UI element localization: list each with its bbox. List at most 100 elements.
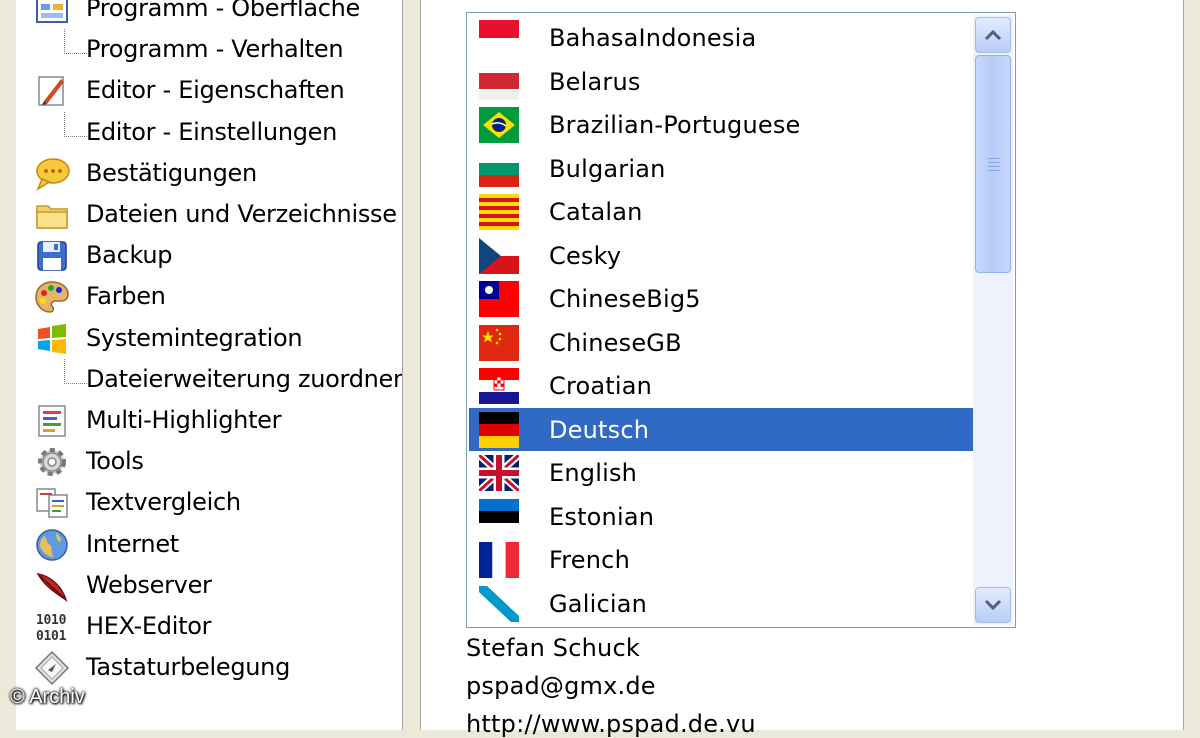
- flag-croatia-icon: [479, 368, 519, 404]
- watermark: © Archiv: [10, 686, 85, 708]
- scroll-thumb[interactable]: [975, 55, 1011, 273]
- settings-tree[interactable]: Programm - Oberfläche Programm - Verhalte…: [16, 0, 403, 730]
- tree-item[interactable]: Tastaturbelegung: [16, 647, 402, 688]
- language-list[interactable]: BahasaIndonesia Belarus Brazilian-Portugue…: [466, 12, 1016, 628]
- windows-logo-icon: [34, 321, 70, 357]
- tree-item-label: Tastaturbelegung: [86, 653, 291, 682]
- language-item[interactable]: Bulgarian: [469, 147, 974, 191]
- tree-item[interactable]: Dateierweiterung zuordnen: [16, 358, 403, 400]
- highlighter-document-icon: [34, 403, 70, 439]
- tree-item-label: Editor - Eigenschaften: [86, 76, 345, 105]
- tree-item-label: Textvergleich: [86, 488, 241, 517]
- window-icon: [34, 0, 70, 27]
- vertical-scrollbar[interactable]: [973, 15, 1013, 625]
- tree-item[interactable]: Textvergleich: [16, 482, 402, 523]
- flag-france-icon: [479, 542, 519, 578]
- tree-item[interactable]: Editor - Einstellungen: [16, 111, 402, 153]
- tree-item[interactable]: Tools: [16, 441, 402, 482]
- flag-brazil-icon: [479, 107, 519, 143]
- language-item[interactable]: Estonian: [469, 495, 974, 539]
- language-name: Deutsch: [549, 415, 650, 444]
- language-item[interactable]: ChineseGB: [469, 321, 974, 365]
- author-name: Stefan Schuck: [466, 634, 640, 662]
- gear-icon: [34, 444, 70, 480]
- language-name: Estonian: [549, 502, 655, 531]
- tree-item-label: HEX-Editor: [86, 612, 212, 640]
- language-item[interactable]: Cesky: [469, 234, 974, 278]
- tree-item-label: Backup: [86, 241, 173, 270]
- chevron-down-icon: [984, 599, 1002, 611]
- folder-icon: [34, 197, 70, 233]
- tree-item-label: Bestätigungen: [86, 158, 257, 187]
- tree-item-label: Programm - Verhalten: [86, 35, 344, 64]
- language-item[interactable]: Deutsch: [469, 407, 974, 451]
- language-name: BahasaIndonesia: [549, 24, 757, 52]
- tree-item[interactable]: Bestätigungen: [16, 153, 402, 194]
- language-name: Bulgarian: [549, 154, 666, 183]
- author-email[interactable]: pspad@gmx.de: [466, 672, 656, 700]
- feather-icon: [34, 568, 70, 604]
- flag-estonia-icon: [479, 498, 519, 535]
- flag-uk-icon: [479, 455, 519, 491]
- language-item[interactable]: Brazilian-Portuguese: [469, 103, 974, 147]
- tree-item-label: Dateien und Verzeichnisse: [86, 200, 397, 228]
- language-item[interactable]: Croatian: [469, 364, 974, 408]
- flag-bulgaria-icon: [479, 150, 519, 187]
- tree-item[interactable]: Backup: [16, 235, 402, 276]
- tree-item-label: Farben: [86, 282, 166, 311]
- svg-text:1010: 1010: [36, 613, 67, 628]
- language-item[interactable]: Belarus: [469, 60, 974, 104]
- tree-item[interactable]: Systemintegration: [16, 318, 402, 359]
- chevron-up-icon: [984, 29, 1002, 41]
- tree-item[interactable]: Programm - Verhalten: [16, 29, 402, 70]
- pencil-icon: [34, 73, 70, 109]
- compare-documents-icon: [34, 485, 70, 521]
- tree-item-label: Programm - Oberfläche: [86, 0, 361, 22]
- language-item[interactable]: English: [469, 451, 974, 495]
- tree-item-label: Dateierweiterung zuordnen: [86, 364, 403, 393]
- language-item[interactable]: Catalan: [469, 190, 974, 234]
- tree-item[interactable]: Farben: [16, 276, 402, 317]
- tree-connector: [64, 29, 87, 55]
- language-name: Galician: [549, 589, 648, 618]
- author-url[interactable]: http://www.pspad.de.vu: [466, 710, 756, 738]
- language-name: English: [549, 459, 638, 487]
- language-name: ChineseBig5: [549, 285, 701, 313]
- globe-icon: [34, 527, 70, 563]
- language-name: Catalan: [549, 198, 643, 226]
- tree-item[interactable]: Webserver: [16, 565, 402, 606]
- tree-item-label: Webserver: [86, 570, 212, 599]
- tree-connector: [64, 111, 87, 137]
- language-item[interactable]: Galician: [469, 582, 974, 626]
- language-name: ChineseGB: [549, 328, 682, 357]
- palette-icon: [34, 279, 70, 315]
- flag-czech-icon: [479, 237, 519, 274]
- tree-item[interactable]: Multi-Highlighter: [16, 400, 402, 441]
- tree-item-label: Tools: [86, 447, 144, 476]
- scroll-up-button[interactable]: [975, 17, 1011, 53]
- flag-china-icon: [479, 324, 519, 361]
- tree-item[interactable]: Programm - Oberfläche: [16, 0, 402, 29]
- flag-taiwan-icon: [479, 281, 519, 317]
- language-name: Belarus: [549, 67, 641, 96]
- tree-item[interactable]: Editor - Eigenschaften: [16, 70, 402, 111]
- language-item[interactable]: ChineseBig5: [469, 277, 974, 321]
- tree-item-label: Editor - Einstellungen: [86, 117, 338, 146]
- flag-germany-icon: [479, 411, 519, 448]
- flag-catalonia-icon: [479, 194, 519, 230]
- tree-item[interactable]: 1010 0101 HEX-Editor: [16, 606, 402, 647]
- floppy-disk-icon: [34, 238, 70, 274]
- tree-item[interactable]: Dateien und Verzeichnisse: [16, 194, 402, 235]
- tree-item[interactable]: Internet: [16, 524, 402, 565]
- language-name: Brazilian-Portuguese: [549, 111, 801, 139]
- flag-belarus-icon: [479, 63, 519, 100]
- tree-item-label: Multi-Highlighter: [86, 406, 282, 434]
- tree-item-label: Systemintegration: [86, 323, 303, 352]
- flag-indonesia-icon: [479, 20, 519, 56]
- scroll-down-button[interactable]: [975, 587, 1011, 623]
- language-item[interactable]: French: [469, 538, 974, 582]
- language-name: Cesky: [549, 241, 622, 270]
- language-name: Croatian: [549, 372, 653, 400]
- language-item[interactable]: BahasaIndonesia: [469, 16, 974, 60]
- tree-connector: [64, 358, 87, 384]
